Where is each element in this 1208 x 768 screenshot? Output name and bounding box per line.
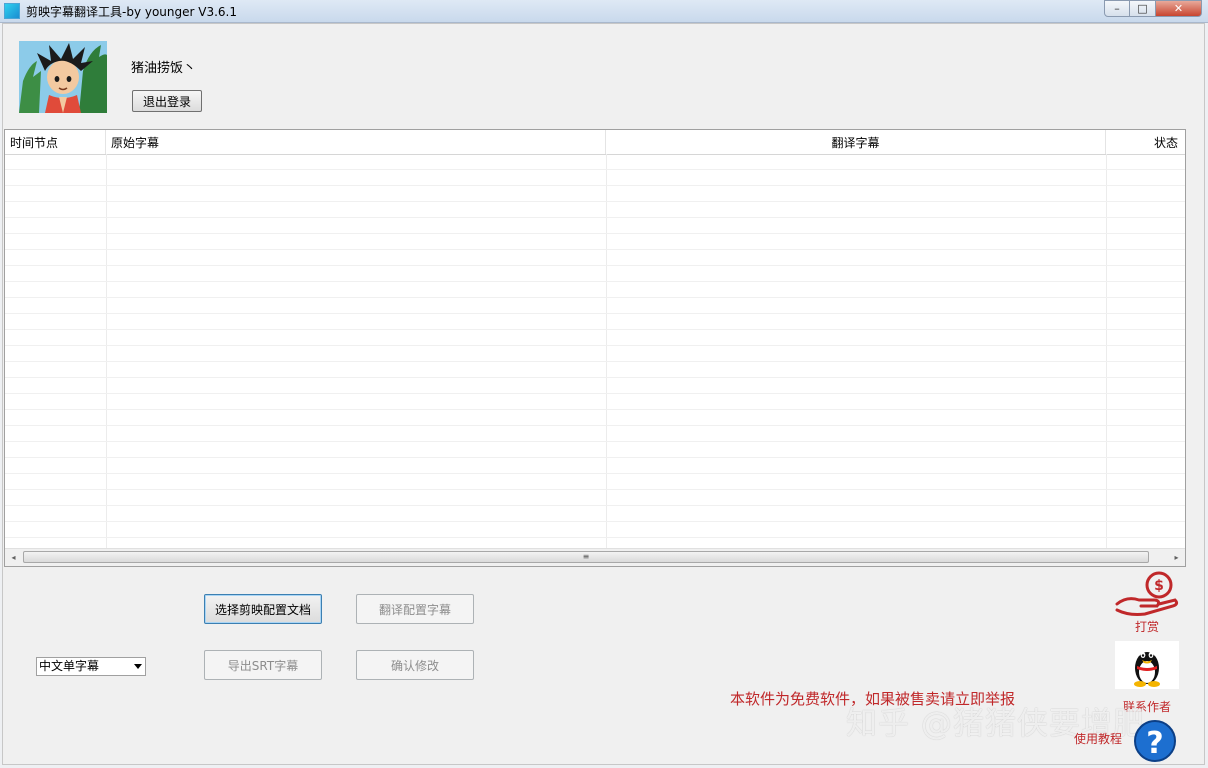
- table-row[interactable]: [5, 410, 1185, 426]
- table-row[interactable]: [5, 362, 1185, 378]
- qq-penguin-icon[interactable]: [1115, 641, 1179, 689]
- table-body: [5, 154, 1185, 554]
- app-icon: [4, 3, 20, 19]
- title-bar: 剪映字幕翻译工具-by younger V3.6.1 – □ ✕: [0, 0, 1208, 23]
- table-row[interactable]: [5, 282, 1185, 298]
- window-title: 剪映字幕翻译工具-by younger V3.6.1: [26, 5, 238, 19]
- table-row[interactable]: [5, 394, 1185, 410]
- table-row[interactable]: [5, 506, 1185, 522]
- table-row[interactable]: [5, 474, 1185, 490]
- chevron-down-icon: [134, 664, 142, 669]
- column-header-original[interactable]: 原始字幕: [106, 130, 606, 154]
- horizontal-scrollbar[interactable]: ◂ ≡ ▸: [5, 548, 1185, 566]
- table-header: 时间节点 原始字幕 翻译字幕 状态: [5, 130, 1185, 155]
- table-row[interactable]: [5, 490, 1185, 506]
- table-row[interactable]: [5, 442, 1185, 458]
- help-question-icon[interactable]: ?: [1131, 719, 1179, 763]
- logout-button[interactable]: 退出登录: [132, 90, 202, 112]
- window-controls: – □ ✕: [1104, 0, 1202, 18]
- column-header-status[interactable]: 状态: [1106, 130, 1185, 154]
- export-srt-button[interactable]: 导出SRT字幕: [204, 650, 322, 680]
- table-row[interactable]: [5, 170, 1185, 186]
- table-row[interactable]: [5, 266, 1185, 282]
- username: 猪油捞饭丶: [131, 61, 197, 76]
- table-row[interactable]: [5, 218, 1185, 234]
- subtitle-mode-select[interactable]: 中文单字幕: [36, 657, 146, 676]
- table-row[interactable]: [5, 346, 1185, 362]
- subtitle-mode-value: 中文单字幕: [39, 659, 100, 673]
- table-row[interactable]: [5, 378, 1185, 394]
- select-config-button[interactable]: 选择剪映配置文档: [204, 594, 322, 624]
- scroll-thumb[interactable]: ≡: [23, 551, 1149, 563]
- table-row[interactable]: [5, 250, 1185, 266]
- table-row[interactable]: [5, 458, 1185, 474]
- column-header-translated[interactable]: 翻译字幕: [606, 130, 1106, 154]
- scroll-left-icon[interactable]: ◂: [5, 549, 22, 566]
- svg-text:$: $: [1154, 578, 1164, 594]
- confirm-edit-button[interactable]: 确认修改: [356, 650, 474, 680]
- table-row[interactable]: [5, 522, 1185, 538]
- subtitle-table[interactable]: 时间节点 原始字幕 翻译字幕 状态 ◂ ≡ ▸: [4, 129, 1186, 567]
- table-row[interactable]: [5, 314, 1185, 330]
- money-hand-icon[interactable]: $: [1115, 570, 1179, 620]
- tip-label[interactable]: 打赏: [1115, 618, 1179, 635]
- table-row[interactable]: [5, 426, 1185, 442]
- table-row[interactable]: [5, 154, 1185, 170]
- help-tutorial-label[interactable]: 使用教程: [1074, 730, 1122, 747]
- close-button[interactable]: ✕: [1156, 0, 1202, 17]
- scroll-right-icon[interactable]: ▸: [1168, 549, 1185, 566]
- translate-button[interactable]: 翻译配置字幕: [356, 594, 474, 624]
- table-row[interactable]: [5, 202, 1185, 218]
- table-row[interactable]: [5, 186, 1185, 202]
- minimize-button[interactable]: –: [1104, 0, 1130, 17]
- maximize-button[interactable]: □: [1130, 0, 1156, 17]
- svg-text:?: ?: [1146, 726, 1163, 761]
- table-row[interactable]: [5, 234, 1185, 250]
- column-header-time[interactable]: 时间节点: [5, 130, 106, 154]
- table-row[interactable]: [5, 330, 1185, 346]
- avatar: [19, 41, 107, 113]
- table-row[interactable]: [5, 298, 1185, 314]
